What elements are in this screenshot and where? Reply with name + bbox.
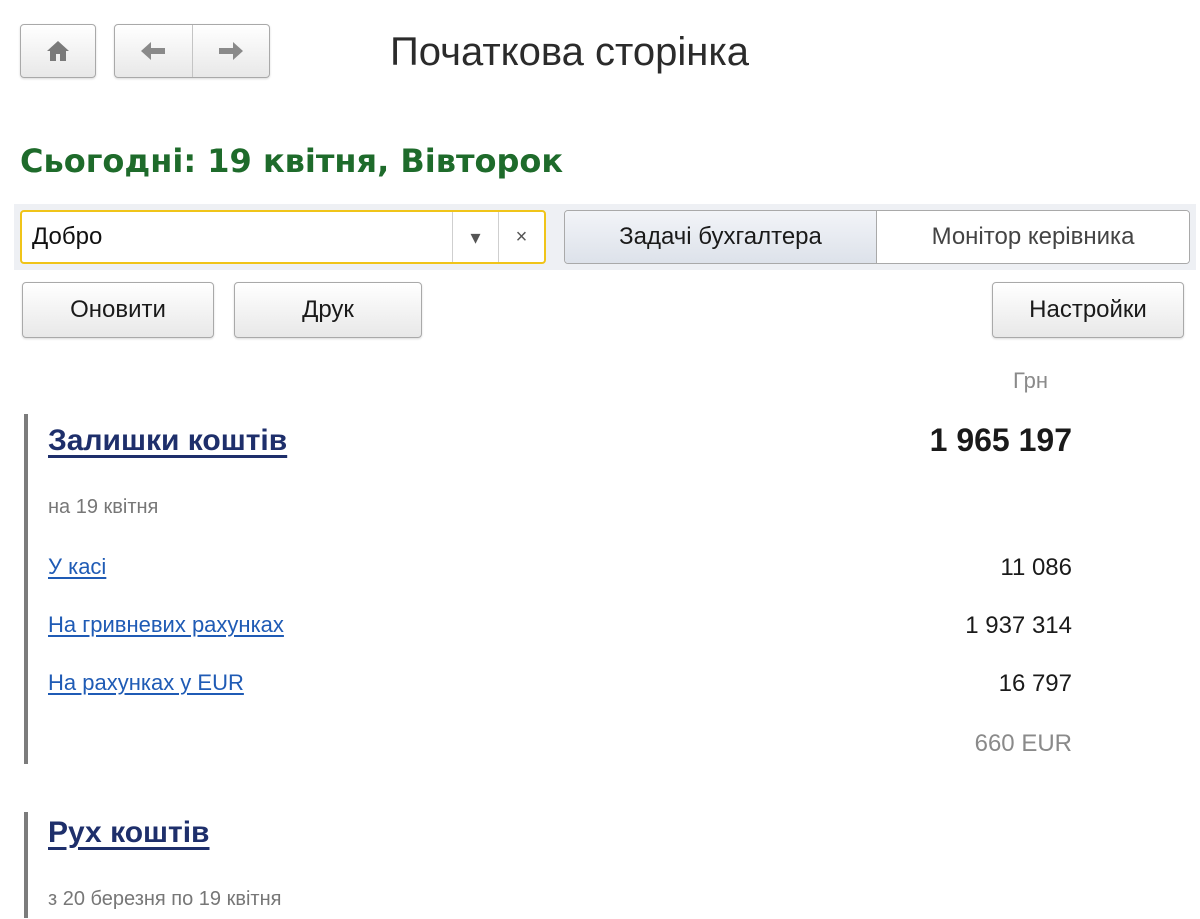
home-button[interactable] — [20, 24, 96, 78]
history-nav-group — [114, 24, 270, 78]
dropdown-button[interactable]: ▾ — [452, 212, 498, 262]
balance-total: 1 965 197 — [929, 422, 1072, 458]
eur-amount: 660 EUR — [974, 730, 1072, 757]
home-icon — [47, 41, 69, 61]
organization-combobox[interactable]: Добро ▾ × — [20, 210, 546, 264]
eur-accounts-value: 16 797 — [998, 670, 1072, 697]
balance-date: на 19 квітня — [48, 496, 159, 518]
close-icon: × — [515, 225, 528, 248]
cash-desk-value: 11 086 — [1000, 554, 1072, 581]
forward-button[interactable] — [191, 25, 270, 77]
clear-button[interactable]: × — [498, 212, 544, 262]
back-button[interactable] — [115, 25, 192, 77]
arrow-left-icon — [141, 42, 166, 60]
settings-button[interactable]: Настройки — [992, 282, 1184, 338]
balance-section: Залишки коштів 1 965 197 на 19 квітня У … — [24, 414, 1084, 764]
tab-accountant-tasks[interactable]: Задачі бухгалтера — [565, 211, 877, 263]
tab-manager-monitor[interactable]: Монітор керівника — [877, 211, 1189, 263]
cash-flow-section: Рух коштів з 20 березня по 19 квітня — [24, 812, 1084, 918]
uah-accounts-value: 1 937 314 — [965, 612, 1072, 639]
balance-title-link[interactable]: Залишки коштів — [48, 424, 287, 458]
cash-desk-link[interactable]: У касі — [48, 554, 106, 580]
eur-accounts-link[interactable]: На рахунках у EUR — [48, 670, 244, 696]
cash-flow-period: з 20 березня по 19 квітня — [48, 888, 282, 910]
today-date: Сьогодні: 19 квітня, Вівторок — [20, 142, 564, 180]
arrow-right-icon — [218, 42, 243, 60]
cash-flow-title-link[interactable]: Рух коштів — [48, 816, 210, 850]
view-switcher: Задачі бухгалтера Монітор керівника — [564, 210, 1190, 264]
organization-input[interactable]: Добро — [22, 212, 452, 262]
uah-accounts-link[interactable]: На гривневих рахунках — [48, 612, 284, 638]
currency-label: Грн — [1012, 368, 1048, 393]
page-title: Початкова сторінка — [390, 30, 749, 74]
chevron-down-icon: ▾ — [470, 226, 481, 249]
print-button[interactable]: Друк — [234, 282, 422, 338]
refresh-button[interactable]: Оновити — [22, 282, 214, 338]
